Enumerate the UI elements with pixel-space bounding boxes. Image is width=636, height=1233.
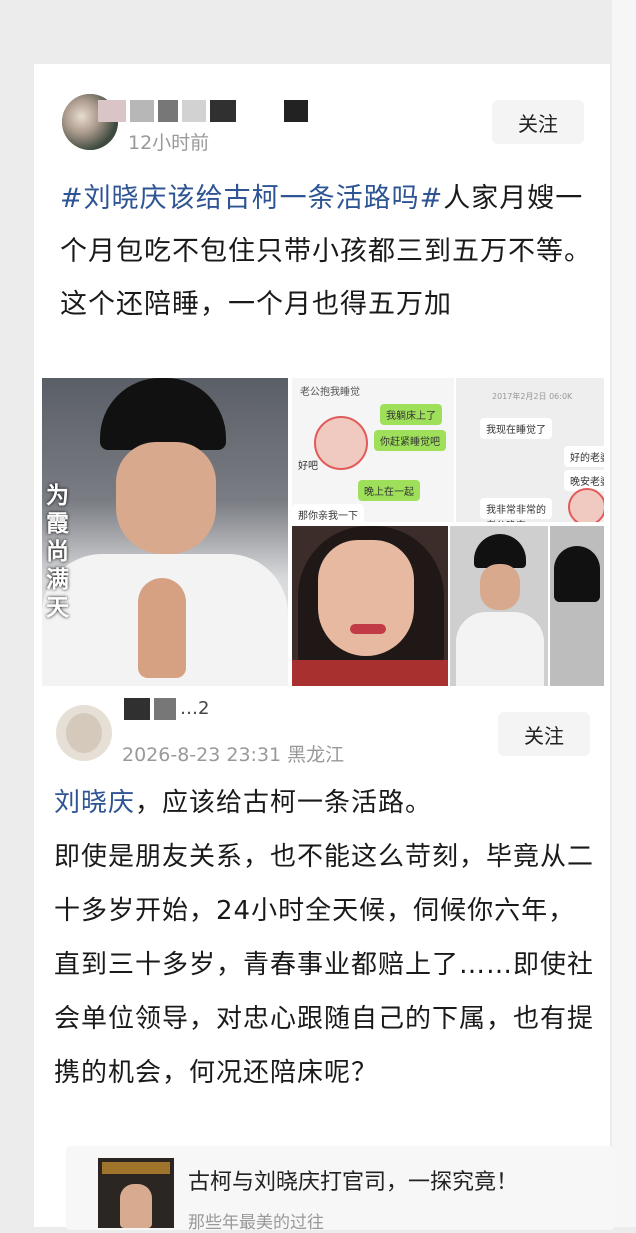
post-body-text: 即使是朋友关系，也不能这么苛刻，毕竟从二十多岁开始，24小时全天候，伺候你六年，… (54, 842, 595, 1088)
username-redacted[interactable] (98, 100, 308, 122)
post-card-1: 12小时前 关注 #刘晓庆该给古柯一条活路吗#人家月嫂一个月包吃不包住只带小孩都… (34, 64, 610, 690)
face-shape (480, 564, 520, 610)
post-time: 2026-8-23 23:31 黑龙江 (122, 744, 345, 766)
username-redacted[interactable]: …2 (124, 698, 209, 720)
chat-bubble: 好吧 (298, 461, 318, 472)
chat-bubble: 你赶紧睡觉吧 (374, 430, 446, 451)
page-edge-top (612, 0, 636, 1227)
cap-icon (474, 534, 526, 568)
user-avatar[interactable] (56, 705, 112, 761)
couple-sticker-icon (568, 488, 604, 522)
article-title: 古柯与刘晓庆打官司，一探究竟！ (188, 1170, 519, 1195)
post-time: 12小时前 (128, 132, 210, 154)
photo-caption: 为霞尚满天 (46, 483, 69, 621)
post-card-2: …2 2026-8-23 23:31 黑龙江 关注 刘晓庆，应该给古柯一条活路。… (34, 690, 614, 1233)
hands-shape (138, 578, 186, 678)
linked-article-card[interactable]: 古柯与刘晓庆打官司，一探究竟！ 那些年最美的过往 (66, 1146, 614, 1233)
chat-header: 老公抱我睡觉 (300, 387, 360, 398)
chat-bubble: 那你亲我一下 (292, 504, 364, 522)
follow-button[interactable]: 关注 (498, 712, 590, 756)
thumb-banner (102, 1162, 170, 1174)
post-image-man-small[interactable] (450, 526, 548, 686)
lips-shape (350, 624, 386, 634)
post-image-cap[interactable] (550, 526, 604, 686)
thumb-person (120, 1184, 152, 1228)
chat-bubble: 晚上在一起 (358, 480, 420, 501)
cap-icon (100, 378, 226, 450)
avatar-art (66, 713, 102, 753)
article-subtitle: 那些年最美的过往 (188, 1213, 324, 1233)
face-shape (318, 540, 414, 656)
chat-screenshot-1[interactable]: 老公抱我睡觉 我躺床上了 你赶紧睡觉吧 好吧 晚上在一起 那你亲我一下 (292, 378, 454, 522)
chat-bubble: 我现在睡觉了 (480, 418, 552, 439)
username-suffix: …2 (180, 698, 210, 719)
post-first-line: 刘晓庆，应该给古柯一条活路。 (54, 776, 602, 830)
hashtag-link[interactable]: #刘晓庆该给古柯一条活路吗# (60, 183, 443, 214)
chat-bubble: 我躺床上了 (380, 404, 442, 425)
post-image-man-praying[interactable]: 为霞尚满天 (42, 378, 288, 686)
post-first-line-text: ，应该给古柯一条活路。 (135, 788, 433, 818)
clothes-shape (292, 660, 448, 686)
post-image-woman[interactable] (292, 526, 448, 686)
shirt-shape (456, 612, 544, 686)
face-shape (116, 442, 216, 554)
follow-button[interactable]: 关注 (492, 100, 584, 144)
cap-icon (554, 546, 600, 602)
post-body: 刘晓庆，应该给古柯一条活路。即使是朋友关系，也不能这么苛刻，毕竟从二十多岁开始，… (54, 776, 602, 1100)
mention-link[interactable]: 刘晓庆 (54, 788, 135, 818)
chat-date: 2017年2月2日 06:0K (492, 392, 573, 401)
chat-screenshot-2[interactable]: 2017年2月2日 06:0K 我现在睡觉了 好的老婆 晚安老婆 我非常非常的 … (456, 378, 604, 522)
chat-bubble: 老公晚安 (480, 514, 532, 522)
chat-bubble: 好的老婆 (564, 446, 604, 467)
article-thumbnail (98, 1158, 174, 1228)
post-body: #刘晓庆该给古柯一条活路吗#人家月嫂一个月包吃不包住只带小孩都三到五万不等。这个… (60, 172, 600, 331)
